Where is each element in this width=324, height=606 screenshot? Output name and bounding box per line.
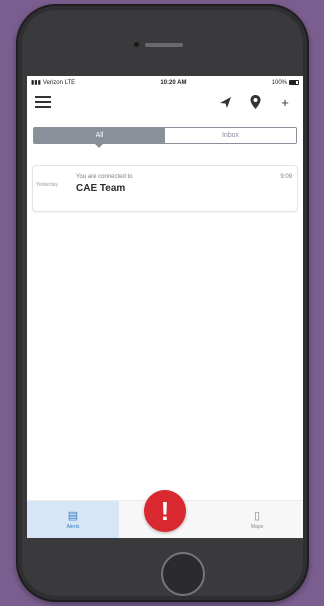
status-left: ▮▮▮ Verizon LTE <box>31 79 76 87</box>
battery-percent: 100% <box>271 79 287 86</box>
emergency-alert-button[interactable]: ! <box>144 490 186 532</box>
send-icon-glyph <box>219 96 231 108</box>
inbox-icon: ▤ <box>67 509 79 522</box>
message-card[interactable]: Yesterday You are connected to CAE Team … <box>32 165 298 212</box>
segment-inbox[interactable]: Inbox <box>165 128 296 143</box>
carrier-label: Verizon LTE <box>42 79 76 86</box>
status-bar: ▮▮▮ Verizon LTE 10:20 AM 100% <box>27 76 303 89</box>
tab-maps-label: Maps <box>250 523 264 530</box>
map-icon: ▯ <box>253 509 261 522</box>
segment-all[interactable]: All <box>34 128 165 143</box>
battery-icon <box>289 80 299 85</box>
home-button[interactable] <box>161 552 205 596</box>
tab-alerts[interactable]: ▤ Alerts <box>27 501 119 538</box>
app-toolbar: + <box>27 89 303 115</box>
message-date: Yesterday <box>36 182 59 188</box>
segmented-control: All Inbox <box>33 127 297 144</box>
app-screen: ▮▮▮ Verizon LTE 10:20 AM 100% + All Inbo… <box>27 76 303 538</box>
page-background: ▮▮▮ Verizon LTE 10:20 AM 100% + All Inbo… <box>0 0 324 606</box>
earpiece-speaker <box>145 43 183 47</box>
message-subtitle: You are connected to <box>76 174 133 180</box>
tab-maps[interactable]: ▯ Maps <box>211 501 303 538</box>
send-icon[interactable] <box>215 92 235 112</box>
tab-alerts-label: Alerts <box>66 523 80 530</box>
signal-icon: ▮▮▮ <box>31 80 41 86</box>
front-camera-icon <box>134 42 139 47</box>
hamburger-icon[interactable] <box>35 96 51 108</box>
status-time: 10:20 AM <box>160 79 187 86</box>
message-time: 9:09 <box>280 174 292 180</box>
map-pin-icon-glyph <box>250 95 260 109</box>
add-button[interactable]: + <box>275 92 295 112</box>
map-pin-icon[interactable] <box>245 92 265 112</box>
status-right: 100% <box>272 80 299 86</box>
message-title: CAE Team <box>76 183 126 194</box>
segment-pointer-icon <box>95 144 103 148</box>
